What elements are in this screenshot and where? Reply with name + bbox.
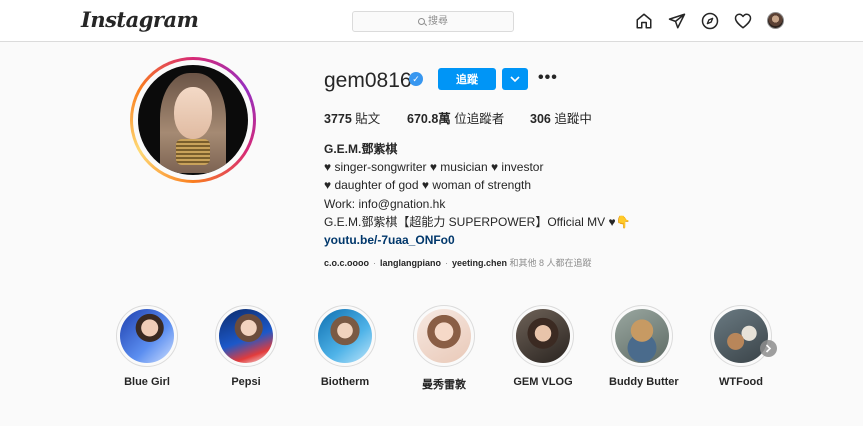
bio-line: G.E.M.鄧紫棋【超能力 SUPERPOWER】Official MV ♥👇 — [324, 214, 631, 229]
chevron-right-icon — [765, 344, 772, 353]
posts-label: 貼文 — [355, 112, 381, 126]
following-label: 追蹤中 — [554, 112, 592, 126]
highlight-item[interactable]: Pepsi — [213, 305, 279, 388]
search-icon — [418, 18, 425, 25]
highlight-label: Pepsi — [231, 376, 261, 388]
followed-by-account[interactable]: c.o.c.oooo — [324, 258, 369, 268]
highlight-label: 曼秀雷敦 — [422, 379, 466, 391]
highlight-cover — [516, 309, 570, 363]
highlight-label: Biotherm — [320, 376, 370, 388]
explore-compass-icon[interactable] — [701, 12, 719, 30]
followed-by[interactable]: c.o.c.oooo · langlangpiano · yeeting.chen 和其… — [324, 256, 592, 269]
bio-line: ♥ singer-songwriter ♥ musician ♥ investo… — [324, 160, 544, 175]
bio-line: Work: info@gnation.hk — [324, 196, 446, 211]
bio-link[interactable]: youtu.be/-7uaa_ONFo0 — [324, 231, 631, 249]
highlight-cover — [120, 309, 174, 363]
profile-picture — [138, 65, 248, 175]
search-input[interactable]: 搜尋 — [352, 11, 514, 32]
highlight-item[interactable]: GEM VLOG — [510, 305, 576, 388]
highlight-label: WTFood — [719, 376, 763, 388]
suggested-accounts-button[interactable] — [502, 68, 528, 90]
search-placeholder: 搜尋 — [428, 16, 448, 27]
highlight-item[interactable]: Buddy Butter — [609, 305, 679, 388]
instagram-logo[interactable]: Instagram — [81, 7, 199, 32]
highlights-next-button[interactable] — [760, 340, 777, 357]
highlight-cover — [714, 309, 768, 363]
more-options-icon[interactable]: ••• — [538, 70, 558, 86]
highlight-cover — [219, 309, 273, 363]
top-navigation-bar: Instagram 搜尋 — [0, 0, 863, 42]
posts-count: 3775 — [324, 112, 352, 126]
follow-button[interactable]: 追蹤 — [438, 68, 496, 90]
highlight-cover — [615, 309, 669, 363]
highlight-item[interactable]: 曼秀雷敦 — [411, 305, 477, 392]
home-icon[interactable] — [635, 12, 653, 30]
profile-username: gem0816 — [324, 69, 412, 92]
followers-count: 670.8萬 — [407, 112, 451, 126]
highlight-cover — [417, 309, 471, 363]
highlight-label: GEM VLOG — [513, 376, 573, 388]
followed-by-account[interactable]: yeeting.chen — [452, 258, 507, 268]
following-count: 306 — [530, 112, 551, 126]
profile-bio: G.E.M.鄧紫棋 ♥ singer-songwriter ♥ musician… — [324, 140, 631, 249]
highlight-cover — [318, 309, 372, 363]
followers-label: 位追蹤者 — [454, 112, 505, 126]
highlight-item[interactable]: Biotherm — [312, 305, 378, 388]
followed-by-account[interactable]: langlangpiano — [380, 258, 441, 268]
highlight-label: Buddy Butter — [609, 376, 679, 388]
following-stat[interactable]: 306 追蹤中 — [530, 108, 592, 127]
followers-stat[interactable]: 670.8萬 位追蹤者 — [407, 108, 504, 127]
followed-by-suffix: 和其他 8 人都在追蹤 — [509, 258, 592, 268]
highlight-item[interactable]: Blue Girl — [114, 305, 180, 388]
bio-line: ♥ daughter of god ♥ woman of strength — [324, 178, 532, 193]
profile-full-name: G.E.M.鄧紫棋 — [324, 142, 398, 156]
direct-send-icon[interactable] — [668, 12, 686, 30]
verified-badge-icon: ✓ — [409, 72, 423, 86]
activity-heart-icon[interactable] — [734, 12, 752, 30]
chevron-down-icon — [510, 76, 520, 83]
profile-avatar-menu[interactable] — [767, 12, 784, 29]
posts-stat: 3775 貼文 — [324, 108, 380, 127]
highlight-label: Blue Girl — [124, 376, 170, 388]
story-ring[interactable] — [130, 57, 256, 183]
